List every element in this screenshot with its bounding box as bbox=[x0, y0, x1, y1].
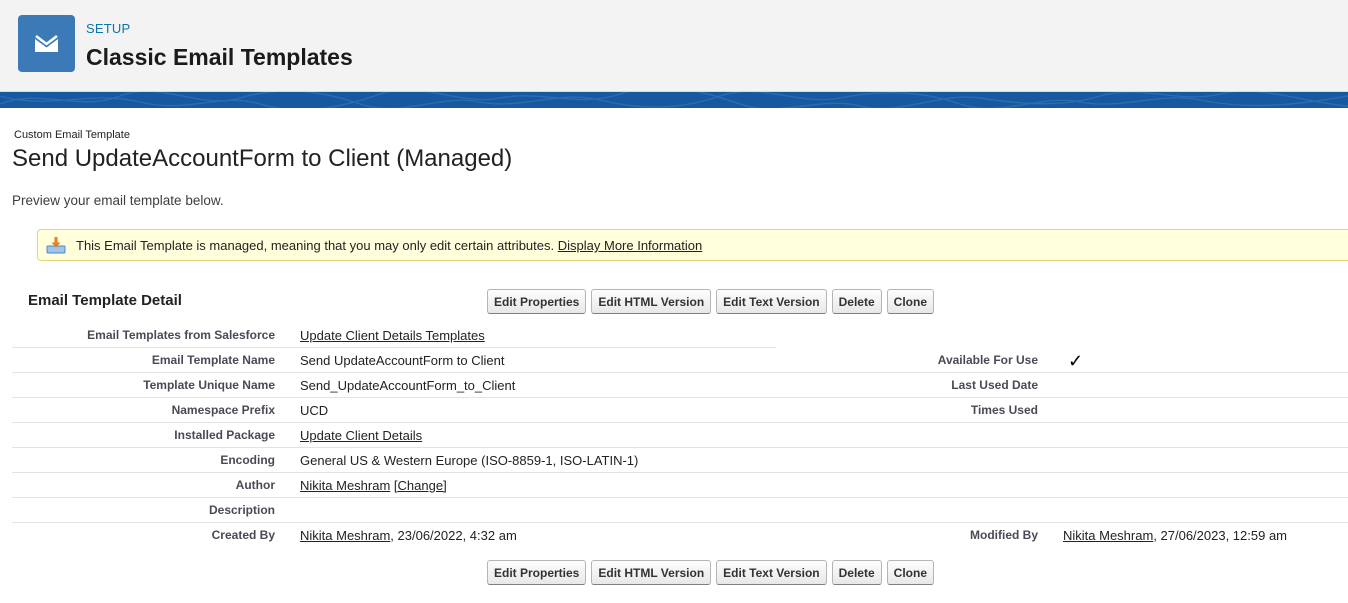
row-installed-package: Installed Package Update Client Details bbox=[12, 423, 1348, 448]
edit-properties-button[interactable]: Edit Properties bbox=[487, 560, 587, 585]
top-button-row: Edit Properties Edit HTML Version Edit T… bbox=[487, 289, 934, 314]
page-description: Preview your email template below. bbox=[12, 193, 224, 208]
checkmark-icon: ✓ bbox=[1068, 351, 1084, 371]
row-created-modified: Created By Nikita Meshram, 23/06/2022, 4… bbox=[12, 523, 1348, 548]
row-encoding: Encoding General US & Western Europe (IS… bbox=[12, 448, 1348, 473]
edit-text-version-button[interactable]: Edit Text Version bbox=[716, 560, 827, 585]
template-name-label: Email Template Name bbox=[151, 353, 275, 367]
setup-page-title: Classic Email Templates bbox=[86, 44, 353, 70]
section-title: Email Template Detail bbox=[28, 292, 182, 309]
encoding-value: General US & Western Europe (ISO-8859-1,… bbox=[300, 453, 639, 468]
unique-name-label: Template Unique Name bbox=[143, 378, 275, 392]
author-value: Nikita Meshram [Change] bbox=[300, 478, 447, 493]
delete-button[interactable]: Delete bbox=[831, 289, 882, 314]
created-by-user-link[interactable]: Nikita Meshram bbox=[300, 528, 390, 543]
modified-by-user-link[interactable]: Nikita Meshram bbox=[1063, 528, 1153, 543]
setup-header: SETUP Classic Email Templates bbox=[0, 0, 1348, 92]
folder-link[interactable]: Update Client Details Templates bbox=[300, 328, 485, 343]
delete-button[interactable]: Delete bbox=[831, 560, 882, 585]
edit-html-version-button[interactable]: Edit HTML Version bbox=[591, 560, 712, 585]
created-by-date: , 23/06/2022, 4:32 am bbox=[390, 528, 517, 543]
header-banner-pattern bbox=[0, 92, 1348, 108]
row-author: Author Nikita Meshram [Change] bbox=[12, 473, 1348, 498]
edit-text-version-button[interactable]: Edit Text Version bbox=[716, 289, 827, 314]
page-title: Send UpdateAccountForm to Client (Manage… bbox=[12, 145, 513, 172]
available-for-use-label: Available For Use bbox=[937, 353, 1038, 367]
setup-section-label: SETUP bbox=[86, 21, 131, 36]
banner-message: This Email Template is managed, meaning … bbox=[76, 238, 555, 253]
author-link[interactable]: Nikita Meshram bbox=[300, 478, 390, 493]
edit-html-version-button[interactable]: Edit HTML Version bbox=[591, 289, 712, 314]
download-icon bbox=[46, 236, 66, 259]
clone-button[interactable]: Clone bbox=[886, 289, 934, 314]
row-unique-name: Template Unique Name Send_UpdateAccountF… bbox=[12, 373, 1348, 398]
row-template-name: Email Template Name Send UpdateAccountFo… bbox=[12, 348, 1348, 373]
row-description: Description bbox=[12, 498, 1348, 523]
installed-package-label: Installed Package bbox=[174, 428, 275, 442]
modified-by-label: Modified By bbox=[970, 528, 1038, 542]
template-name-value: Send UpdateAccountForm to Client bbox=[300, 353, 505, 368]
bottom-button-row: Edit Properties Edit HTML Version Edit T… bbox=[487, 560, 934, 585]
created-by-value: Nikita Meshram, 23/06/2022, 4:32 am bbox=[300, 528, 517, 543]
folder-label: Email Templates from Salesforce bbox=[87, 328, 275, 342]
row-folder: Email Templates from Salesforce Update C… bbox=[12, 323, 1348, 348]
encoding-label: Encoding bbox=[220, 453, 275, 467]
edit-properties-button[interactable]: Edit Properties bbox=[487, 289, 587, 314]
managed-info-banner: This Email Template is managed, meaning … bbox=[37, 229, 1348, 261]
envelope-icon bbox=[18, 15, 75, 72]
row-namespace: Namespace Prefix UCD Times Used bbox=[12, 398, 1348, 423]
page-type-label: Custom Email Template bbox=[14, 129, 130, 141]
clone-button[interactable]: Clone bbox=[886, 560, 934, 585]
detail-table: Email Templates from Salesforce Update C… bbox=[12, 323, 1348, 548]
display-more-info-link[interactable]: Display More Information bbox=[558, 238, 703, 253]
modified-by-date: , 27/06/2023, 12:59 am bbox=[1153, 528, 1288, 543]
installed-package-link[interactable]: Update Client Details bbox=[300, 428, 422, 443]
author-label: Author bbox=[235, 478, 275, 492]
times-used-label: Times Used bbox=[970, 403, 1038, 417]
created-by-label: Created By bbox=[211, 528, 275, 542]
unique-name-value: Send_UpdateAccountForm_to_Client bbox=[300, 378, 516, 393]
namespace-label: Namespace Prefix bbox=[171, 403, 275, 417]
last-used-date-label: Last Used Date bbox=[951, 378, 1038, 392]
change-author-link[interactable]: [Change] bbox=[394, 478, 447, 493]
banner-text-wrap: This Email Template is managed, meaning … bbox=[76, 238, 702, 253]
namespace-value: UCD bbox=[300, 403, 329, 418]
modified-by-value: Nikita Meshram, 27/06/2023, 12:59 am bbox=[1063, 528, 1287, 543]
description-label: Description bbox=[208, 503, 275, 517]
